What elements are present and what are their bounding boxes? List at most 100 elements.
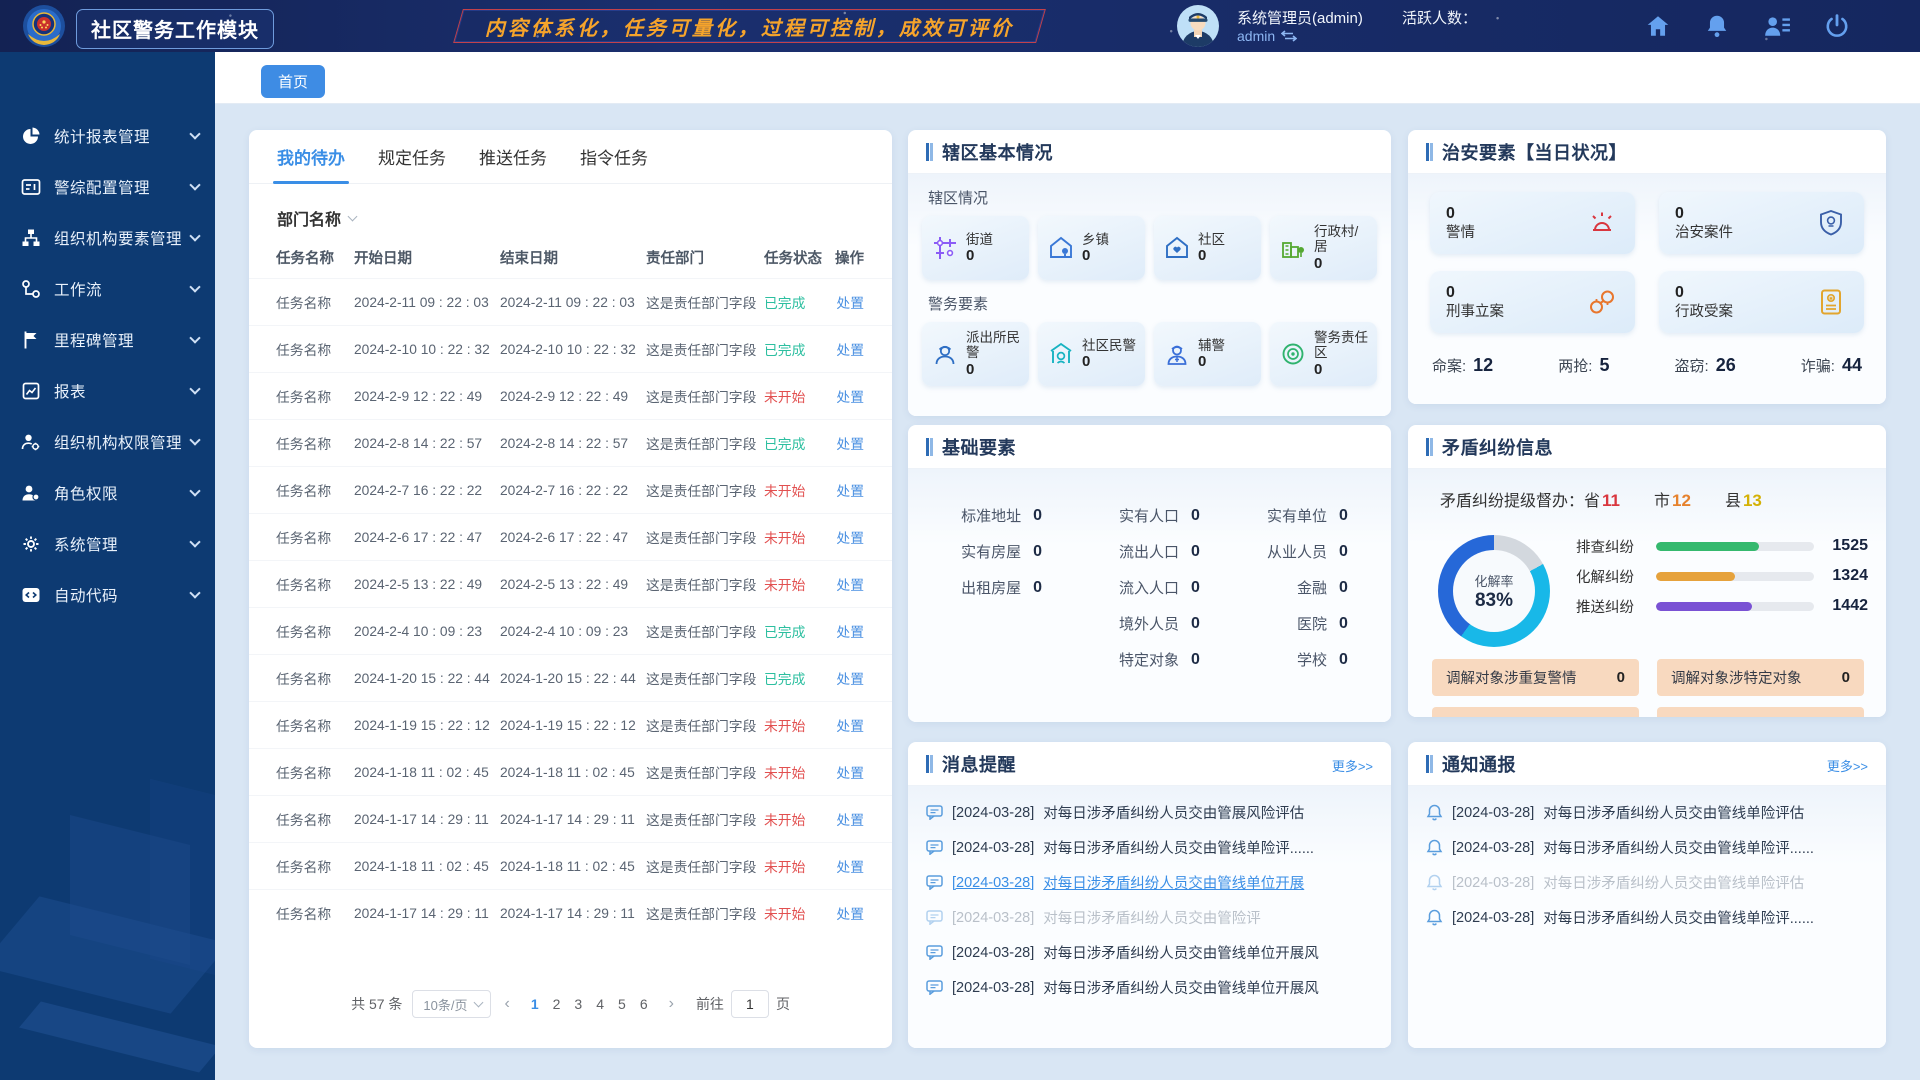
dispute-flag-button[interactable]: 调解双方缺联系人方式 0 (1432, 707, 1639, 717)
dispose-link[interactable]: 处置 (826, 621, 864, 641)
sidebar-item-reports[interactable]: 报表 (0, 365, 215, 416)
sidebar-item-workflow[interactable]: 工作流 (0, 263, 215, 314)
username[interactable]: admin (1237, 28, 1275, 44)
pagination-total: 共 57 条 (351, 994, 402, 1014)
department-filter[interactable]: 部门名称 (249, 184, 892, 236)
security-tile-admin-cases[interactable]: 0 行政受案 (1659, 271, 1864, 333)
dispose-link[interactable]: 处置 (826, 715, 864, 735)
dispose-link[interactable]: 处置 (826, 292, 864, 312)
stat-tile-village[interactable]: 行政村/居 0 (1270, 216, 1377, 280)
dispute-flag-button[interactable]: 调解对象涉特定对象 0 (1657, 659, 1864, 696)
stat-tile-township[interactable]: 乡镇 0 (1038, 216, 1145, 280)
dispose-link[interactable]: 处置 (826, 527, 864, 547)
dispute-bar-row: 化解纠纷 1324 (1576, 561, 1868, 591)
chevron-down-icon (189, 434, 200, 445)
page-number[interactable]: 2 (546, 996, 568, 1012)
notice-text: 对每日涉矛盾纠纷人员交由管线单险评估 (1543, 872, 1804, 893)
panel-title: 基础要素 (942, 434, 1016, 460)
sidebar-item-org-elements[interactable]: 组织机构要素管理 (0, 212, 215, 263)
dispose-link[interactable]: 处置 (826, 762, 864, 782)
page-number[interactable]: 5 (611, 996, 633, 1012)
sidebar-item-auto-code[interactable]: 自动代码 (0, 569, 215, 620)
stat-tile-street[interactable]: 街道 0 (922, 216, 1029, 280)
dispose-link[interactable]: 处置 (826, 903, 864, 923)
stat-tile-duty-zone[interactable]: 警务责任区 0 (1270, 322, 1377, 386)
tab-pushed-tasks[interactable]: 推送任务 (479, 130, 547, 184)
tab-home[interactable]: 首页 (261, 65, 325, 98)
task-department: 这是责任部门字段 (646, 339, 764, 359)
message-item[interactable]: [2024-03-28] 对每日涉矛盾纠纷人员交由管线单位开展 (926, 872, 1373, 893)
sidebar-item-milestone[interactable]: 里程碑管理 (0, 314, 215, 365)
task-department: 这是责任部门字段 (646, 480, 764, 500)
message-bubble-icon (926, 910, 943, 925)
stat-tile-community-police[interactable]: 社区民警 0 (1038, 322, 1145, 386)
dispose-link[interactable]: 处置 (826, 339, 864, 359)
security-tile-criminal-cases[interactable]: 0 刑事立案 (1430, 271, 1635, 333)
home-icon[interactable] (1645, 13, 1671, 39)
dispose-link[interactable]: 处置 (826, 809, 864, 829)
security-tile-alerts[interactable]: 0 警情 (1430, 192, 1635, 254)
sidebar-item-role-permissions[interactable]: 角色权限 (0, 467, 215, 518)
prev-page-button[interactable]: ‹ (501, 995, 514, 1013)
task-end-date: 2024-1-17 14 : 29 : 11 (500, 812, 646, 827)
users-icon[interactable] (1763, 13, 1791, 39)
stat-tile-station-police[interactable]: 派出所民警 0 (922, 322, 1029, 386)
security-tile-public-cases[interactable]: 0 治安案件 (1659, 192, 1864, 254)
notice-item[interactable]: [2024-03-28] 对每日涉矛盾纠纷人员交由管线单险评...... (1426, 837, 1868, 858)
notice-text: 对每日涉矛盾纠纷人员交由管线单险评...... (1543, 907, 1814, 928)
dispose-link[interactable]: 处置 (826, 433, 864, 453)
username-row[interactable]: admin (1237, 28, 1297, 44)
dispute-flag-button[interactable]: 调解对象涉重复警情 0 (1432, 659, 1639, 696)
page-number[interactable]: 3 (567, 996, 589, 1012)
dispose-link[interactable]: 处置 (826, 668, 864, 688)
more-link[interactable]: 更多>> (1332, 756, 1373, 775)
more-link[interactable]: 更多>> (1827, 756, 1868, 775)
message-item[interactable]: [2024-03-28] 对每日涉矛盾纠纷人员交由管线单位开展风 (926, 977, 1373, 998)
goto-page-input[interactable] (731, 990, 769, 1018)
user-gear-icon (21, 432, 41, 452)
sidebar-item-police-config[interactable]: 警综配置管理 (0, 161, 215, 212)
tab-command-tasks[interactable]: 指令任务 (580, 130, 648, 184)
basic-stat: 流入人口 0 (1061, 577, 1219, 598)
report-chart-icon (21, 381, 41, 401)
message-item[interactable]: [2024-03-28] 对每日涉矛盾纠纷人员交由管线单位开展风 (926, 942, 1373, 963)
page-size-select[interactable]: 10条/页 (412, 990, 490, 1018)
dispose-link[interactable]: 处置 (826, 386, 864, 406)
page-number[interactable]: 4 (589, 996, 611, 1012)
dispose-link[interactable]: 处置 (826, 480, 864, 500)
message-item[interactable]: [2024-03-28] 对每日涉矛盾纠纷人员交由管险评 (926, 907, 1373, 928)
notice-date: [2024-03-28] (1452, 840, 1534, 856)
sidebar-item-system-management[interactable]: 系统管理 (0, 518, 215, 569)
stat-tile-auxiliary-police[interactable]: 辅警 0 (1154, 322, 1261, 386)
dispose-link[interactable]: 处置 (826, 856, 864, 876)
task-department: 这是责任部门字段 (646, 433, 764, 453)
siren-icon (1587, 208, 1617, 238)
task-department: 这是责任部门字段 (646, 574, 764, 594)
user-avatar[interactable] (1177, 5, 1219, 47)
tab-my-todo[interactable]: 我的待办 (277, 130, 345, 184)
notice-item[interactable]: [2024-03-28] 对每日涉矛盾纠纷人员交由管线单险评估 (1426, 802, 1868, 823)
next-page-button[interactable]: › (665, 995, 678, 1013)
message-item[interactable]: [2024-03-28] 对每日涉矛盾纠纷人员交由管展风险评估 (926, 802, 1373, 823)
notice-item[interactable]: [2024-03-28] 对每日涉矛盾纠纷人员交由管线单险评...... (1426, 907, 1868, 928)
dispose-link[interactable]: 处置 (826, 574, 864, 594)
tab-regulated-tasks[interactable]: 规定任务 (378, 130, 446, 184)
page-number[interactable]: 6 (633, 996, 655, 1012)
task-end-date: 2024-2-6 17 : 22 : 47 (500, 530, 646, 545)
power-icon[interactable] (1824, 13, 1850, 39)
task-status: 未开始 (764, 480, 826, 500)
sidebar-item-statistics-report[interactable]: 统计报表管理 (0, 110, 215, 161)
stat-tile-community[interactable]: 社区 0 (1154, 216, 1261, 280)
dispute-flag-button[interactable]: 八单一表未及时推送 0 (1657, 707, 1864, 717)
page-number[interactable]: 1 (524, 996, 546, 1012)
switch-user-icon[interactable] (1281, 30, 1297, 42)
sidebar-item-org-permissions[interactable]: 组织机构权限管理 (0, 416, 215, 467)
bar-fill (1656, 572, 1735, 581)
bell-icon[interactable] (1704, 13, 1730, 39)
chevron-down-icon (473, 998, 483, 1008)
chevron-down-icon (189, 179, 200, 190)
table-row: 任务名称 2024-2-4 10 : 09 : 23 2024-2-4 10 :… (249, 607, 892, 654)
bar-track (1656, 602, 1814, 611)
notice-item[interactable]: [2024-03-28] 对每日涉矛盾纠纷人员交由管线单险评估 (1426, 872, 1868, 893)
message-item[interactable]: [2024-03-28] 对每日涉矛盾纠纷人员交由管线单险评...... (926, 837, 1373, 858)
